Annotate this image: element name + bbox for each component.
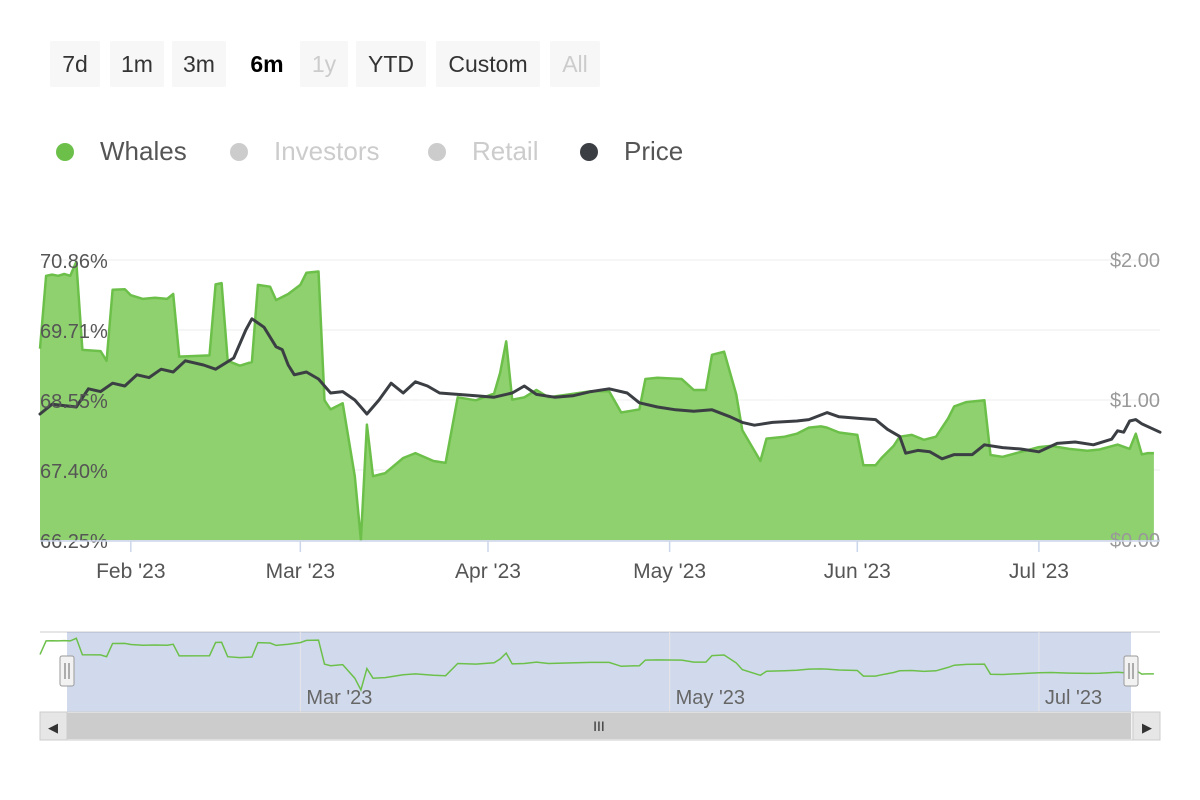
arrow-left-icon: ◀ xyxy=(48,720,58,735)
x-tick-label: Jun '23 xyxy=(824,560,891,583)
navigator-handle-right[interactable] xyxy=(1123,655,1139,687)
y-left-tick-label: 67.40% xyxy=(40,461,108,483)
series-area-whales xyxy=(40,261,1154,540)
navigator-handle-left[interactable] xyxy=(59,655,75,687)
x-tick-label: Mar '23 xyxy=(266,560,335,583)
navigator: Mar '23 May '23 Jul '23 ◀ ▶ III xyxy=(39,631,1161,741)
handle-grip-icon xyxy=(1123,655,1139,687)
y-left-tick-label: 66.25% xyxy=(40,531,108,553)
navigator-label: Mar '23 xyxy=(306,687,372,709)
x-tick-label: Jul '23 xyxy=(1009,560,1069,583)
x-tick-label: Feb '23 xyxy=(96,560,165,583)
x-tick-label: Apr '23 xyxy=(455,560,521,583)
navigator-label: May '23 xyxy=(676,687,745,709)
plot-area xyxy=(38,260,1162,542)
y-left-tick-label: 69.71% xyxy=(40,321,108,343)
y-right-tick-label: $1.00 xyxy=(1110,390,1160,412)
navigator-label: Jul '23 xyxy=(1045,687,1102,709)
navigator-selection[interactable] xyxy=(67,632,1131,712)
y-left-tick-label: 70.86% xyxy=(40,251,108,273)
x-tick-label: May '23 xyxy=(633,560,706,583)
y-left-tick-label: 68.55% xyxy=(40,391,108,413)
scrollbar-grip-icon: III xyxy=(593,718,605,734)
y-right-tick-label: $2.00 xyxy=(1110,250,1160,272)
chart-canvas: IntoTheBlock 70.86%69.71%68.55%67.40%66.… xyxy=(38,250,1162,741)
arrow-right-icon: ▶ xyxy=(1142,720,1152,735)
handle-grip-icon xyxy=(59,655,75,687)
